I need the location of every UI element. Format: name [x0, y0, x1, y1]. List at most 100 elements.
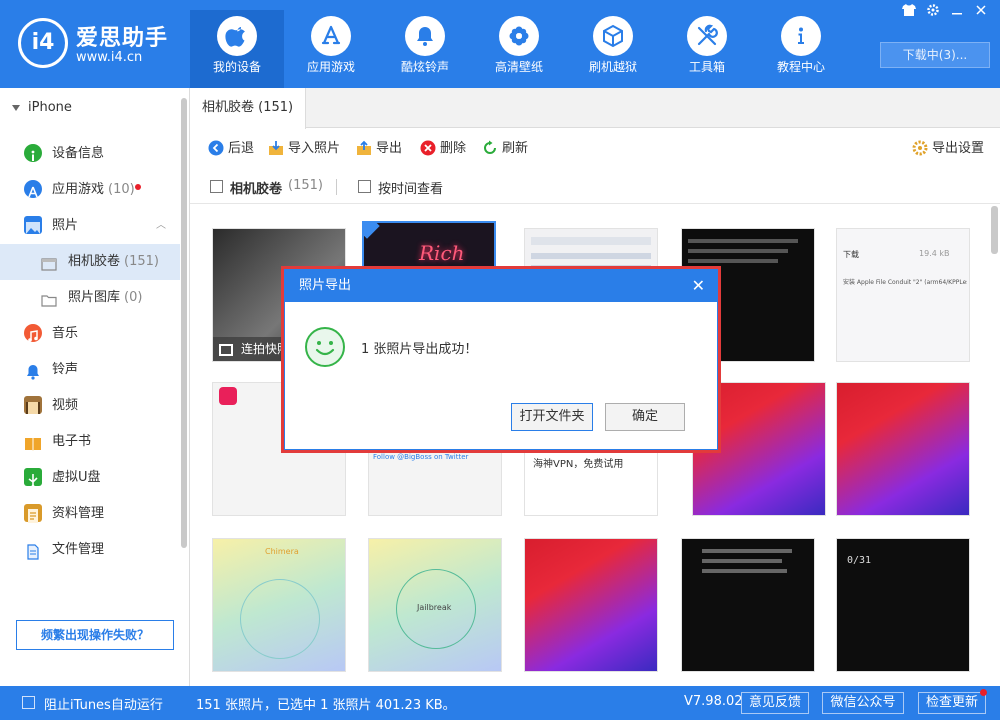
sidebar-item-ringtones[interactable]: 铃声: [0, 352, 180, 388]
main-scrollbar[interactable]: [991, 206, 998, 254]
appstore-icon: [311, 16, 351, 56]
photo-thumb[interactable]: Chimera: [212, 538, 346, 672]
delete-label: 删除: [440, 141, 467, 156]
sidebar-item-label: 相机胶卷: [68, 254, 121, 269]
apple-icon: [217, 16, 257, 56]
import-icon: [268, 140, 284, 156]
nav-label: 工具箱: [688, 60, 725, 74]
close-icon[interactable]: [972, 4, 990, 18]
tab-camera-roll[interactable]: 相机胶卷 (151): [190, 88, 307, 129]
import-photos-button[interactable]: 导入照片: [268, 139, 340, 159]
photo-thumb[interactable]: 下载 19.4 kB 安装 Apple File Conduit "2" (ar…: [836, 228, 970, 362]
export-label: 导出: [376, 141, 403, 156]
nav-wallpapers[interactable]: 高清壁纸: [472, 10, 566, 88]
sidebar-item-virtual-udisk[interactable]: 虚拟U盘: [0, 460, 180, 496]
bell-icon: [405, 16, 445, 56]
nav-label: 我的设备: [212, 60, 261, 74]
sidebar-item-label: 应用游戏: [52, 182, 105, 197]
close-icon[interactable]: ✕: [692, 270, 705, 302]
check-update-button[interactable]: 检查更新: [918, 692, 986, 714]
import-label: 导入照片: [288, 141, 341, 156]
device-selector[interactable]: iPhone: [0, 88, 189, 128]
book-icon: [24, 432, 42, 451]
feedback-button[interactable]: 意见反馈: [741, 692, 809, 714]
info-icon: [781, 16, 821, 56]
open-folder-button[interactable]: 打开文件夹: [511, 403, 593, 431]
sidebar-scrollbar[interactable]: [181, 98, 187, 548]
sidebar-item-label: 铃声: [52, 362, 79, 377]
sidebar-item-ebooks[interactable]: 电子书: [0, 424, 180, 460]
block-itunes-label: 阻止iTunes自动运行: [44, 698, 163, 713]
nav-apps-games[interactable]: 应用游戏: [284, 10, 378, 88]
nav-ringtones[interactable]: 酷炫铃声: [378, 10, 472, 88]
dialog-title-text: 照片导出: [299, 278, 352, 293]
download-progress-button[interactable]: 下载中(3)...: [880, 42, 990, 68]
export-button[interactable]: 导出: [356, 139, 402, 159]
sidebar-item-photos[interactable]: 照片 ︿: [0, 208, 180, 244]
box-icon: [593, 16, 633, 56]
sidebar-item-count: (0): [124, 290, 143, 305]
smile-icon: [305, 327, 345, 367]
ok-button[interactable]: 确定: [605, 403, 685, 431]
nav-tutorials[interactable]: 教程中心: [754, 10, 848, 88]
gear-icon[interactable]: [924, 4, 942, 18]
folder-icon: [40, 252, 58, 271]
app-name: 爱思助手: [76, 26, 169, 51]
selected-corner: [364, 223, 380, 239]
neon-text: Rich: [419, 241, 465, 265]
sidebar-item-label: 资料管理: [52, 506, 105, 521]
photo-thumb[interactable]: [681, 538, 815, 672]
sidebar-item-label: 照片图库: [68, 290, 121, 305]
top-bar: i4 爱思助手 www.i4.cn 我的设备 应用游戏 酷炫铃声 高清壁纸 刷机…: [0, 0, 1000, 88]
burst-icon: [219, 344, 233, 356]
collapse-triangle-icon: [12, 104, 20, 111]
shirt-icon[interactable]: [900, 4, 918, 18]
minimize-icon[interactable]: [948, 4, 966, 18]
nav-label: 应用游戏: [306, 60, 355, 74]
select-all-checkbox[interactable]: [210, 180, 223, 193]
photo-thumb[interactable]: 0/31: [836, 538, 970, 672]
device-name: iPhone: [28, 100, 72, 115]
dialog-title: 照片导出 ✕: [285, 270, 717, 302]
photo-thumb[interactable]: [836, 382, 970, 516]
block-itunes-checkbox[interactable]: [22, 696, 35, 709]
refresh-button[interactable]: 刷新: [482, 139, 528, 159]
nav-label: 酷炫铃声: [400, 60, 449, 74]
sidebar-item-music[interactable]: 音乐: [0, 316, 180, 352]
sidebar-item-data-management[interactable]: 资料管理: [0, 496, 180, 532]
nav-flash-jailbreak[interactable]: 刷机越狱: [566, 10, 660, 88]
folder-icon: [40, 288, 58, 307]
sidebar-item-apps[interactable]: 应用游戏 (10): [0, 172, 180, 208]
sidebar-item-camera-roll[interactable]: 相机胶卷 (151): [0, 244, 180, 280]
film-icon: [24, 395, 42, 414]
divider: [336, 179, 337, 195]
delete-button[interactable]: 删除: [420, 139, 466, 159]
status-bar: 阻止iTunes自动运行 151 张照片，已选中 1 张照片 401.23 KB…: [0, 686, 1000, 720]
sidebar-item-count: (151): [124, 254, 159, 269]
export-settings-button[interactable]: 导出设置: [912, 139, 984, 159]
frequent-failure-button[interactable]: 频繁出现操作失败？: [16, 620, 174, 650]
photo-thumb[interactable]: [524, 538, 658, 672]
sidebar-item-label: 电子书: [52, 434, 92, 449]
gear-icon: [912, 140, 928, 156]
sidebar-item-file-management[interactable]: 文件管理: [0, 532, 180, 568]
sidebar-item-videos[interactable]: 视频: [0, 388, 180, 424]
app-url: www.i4.cn: [76, 50, 143, 65]
flower-icon: [499, 16, 539, 56]
window-controls: [900, 4, 990, 18]
delete-icon: [420, 140, 436, 156]
refresh-icon: [482, 140, 498, 156]
nav-toolbox[interactable]: 工具箱: [660, 10, 754, 88]
notification-dot: [980, 689, 987, 696]
sidebar-item-photo-library[interactable]: 照片图库 (0): [0, 280, 180, 316]
nav-label: 教程中心: [776, 60, 825, 74]
sidebar-item-device-info[interactable]: 设备信息: [0, 136, 180, 172]
nav-label: 刷机越狱: [588, 60, 637, 74]
back-button[interactable]: 后退: [208, 139, 254, 159]
file-icon: [24, 540, 42, 560]
by-time-checkbox[interactable]: [358, 180, 371, 193]
wechat-button[interactable]: 微信公众号: [822, 692, 904, 714]
photo-thumb[interactable]: Jailbreak: [368, 538, 502, 672]
info-circle-icon: [24, 143, 42, 162]
nav-my-device[interactable]: 我的设备: [190, 10, 284, 88]
